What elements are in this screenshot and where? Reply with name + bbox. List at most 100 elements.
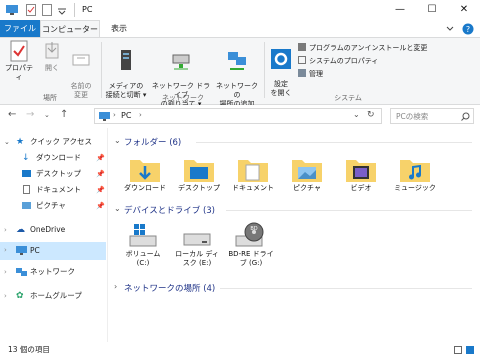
manage-button[interactable]: 管理 <box>298 68 323 80</box>
close-button[interactable]: ✕ <box>448 0 480 20</box>
cloud-icon: ☁ <box>16 225 25 235</box>
star-icon: ★ <box>16 137 25 147</box>
open-button[interactable]: 開く <box>38 40 66 73</box>
folder-pictures[interactable]: ピクチャ <box>280 154 334 193</box>
media-connect-button[interactable]: メディアの 接続と切断 ▾ <box>104 40 148 100</box>
drive-label: BD-RE ドライ <box>228 250 274 258</box>
open-icon <box>45 42 59 59</box>
folder-downloads[interactable]: ダウンロード <box>118 154 172 193</box>
rename-button[interactable]: 名前の 変更 <box>66 40 96 100</box>
devices-group-header[interactable]: ⌄ デバイスとドライブ (3) <box>114 204 474 216</box>
folder-music[interactable]: ミュージック <box>388 154 442 193</box>
pictures-icon <box>22 202 31 209</box>
maximize-button[interactable]: ☐ <box>416 0 448 20</box>
new-folder-qat-icon[interactable] <box>42 4 52 16</box>
address-dropdown-icon[interactable]: ⌄ <box>353 110 360 119</box>
drive-e[interactable]: ローカル ディ スク (E:) <box>170 222 224 268</box>
sidebar-item-homegroup[interactable]: › ✿ ホームグループ <box>0 288 106 304</box>
tab-file[interactable]: ファイル <box>0 20 40 38</box>
up-arrow-icon[interactable]: ↑ <box>60 109 68 120</box>
expand-chevron-icon[interactable]: › <box>4 288 7 304</box>
tab-view[interactable]: 表示 <box>104 20 134 38</box>
folders-group-header[interactable]: ⌄ フォルダー (6) <box>114 136 474 148</box>
help-icon[interactable]: ? <box>462 23 474 35</box>
sidebar-item-pc[interactable]: › PC <box>0 242 106 260</box>
rename-icon <box>72 54 90 66</box>
breadcrumb-pc[interactable]: PC <box>121 111 131 120</box>
expand-chevron-icon[interactable]: ⌄ <box>4 134 10 150</box>
network-drive-icon <box>172 54 190 70</box>
svg-text:?: ? <box>466 25 470 34</box>
uninstall-programs-button[interactable]: プログラムのアンインストールと変更 <box>298 42 427 54</box>
ribbon-separator <box>101 42 102 98</box>
network-locations-group-header[interactable]: › ネットワークの場所 (4) <box>114 282 474 294</box>
hard-drive-icon <box>183 233 211 246</box>
manage-label: 管理 <box>309 70 323 78</box>
sidebar-item-pictures[interactable]: ピクチャ 📌 <box>0 198 106 214</box>
documents-folder-icon <box>238 160 268 182</box>
pin-icon[interactable]: 📌 <box>96 150 105 166</box>
properties-label: プロパティ <box>5 64 33 81</box>
sidebar-item-label: デスクトップ <box>36 169 81 178</box>
drive-label: スク (E:) <box>182 259 212 267</box>
minimize-button[interactable]: — <box>384 0 416 20</box>
recent-locations-chevron-icon[interactable]: ⌄ <box>44 111 50 119</box>
system-properties-button[interactable]: システムのプロパティ <box>298 55 378 67</box>
collapse-chevron-icon: ⌄ <box>114 136 121 145</box>
drive-c[interactable]: ボリューム (C:) <box>118 222 168 268</box>
sidebar-item-label: PC <box>30 246 40 255</box>
drive-g[interactable]: BD BD-RE ドライ ブ (G:) <box>224 222 278 268</box>
network-location-icon <box>228 52 246 70</box>
pictures-folder-icon <box>292 160 322 182</box>
pin-icon[interactable]: 📌 <box>96 182 105 198</box>
location-group-label: 場所 <box>43 94 57 102</box>
document-icon <box>23 185 30 194</box>
search-box[interactable]: PCの検索 <box>390 108 474 124</box>
bd-re-drive-icon: BD <box>235 222 264 247</box>
drive-label: ローカル ディ <box>175 250 219 258</box>
desktop-icon <box>22 170 31 177</box>
forward-arrow-icon[interactable]: → <box>26 109 34 120</box>
folder-videos[interactable]: ビデオ <box>334 154 388 193</box>
address-bar[interactable]: › PC › ⌄ ↻ <box>94 108 382 124</box>
downloads-folder-icon <box>130 160 160 182</box>
ribbon: プロパティ 開く 名前の 変更 場所 メディアの 接続と切断 ▾ ネットワーク … <box>0 37 480 108</box>
folder-documents[interactable]: ドキュメント <box>226 154 280 193</box>
sidebar-item-desktop[interactable]: デスクトップ 📌 <box>0 166 106 182</box>
folder-desktop[interactable]: デスクトップ <box>172 154 226 193</box>
search-input[interactable]: PCの検索 <box>396 111 428 122</box>
sidebar-item-documents[interactable]: ドキュメント 📌 <box>0 182 106 198</box>
sidebar-item-label: ピクチャ <box>36 201 66 210</box>
large-icons-view-icon[interactable] <box>466 346 474 354</box>
properties-button[interactable]: プロパティ <box>2 40 36 82</box>
expand-chevron-icon[interactable]: › <box>4 264 7 280</box>
status-bar: 13 個の項目 <box>0 342 480 358</box>
sidebar-item-network[interactable]: › ネットワーク <box>0 264 106 280</box>
expand-chevron-icon[interactable]: › <box>4 242 7 258</box>
search-icon <box>461 112 470 121</box>
ribbon-collapse-icon[interactable] <box>446 25 454 33</box>
qat-dropdown-icon[interactable] <box>58 7 66 15</box>
pin-icon[interactable]: 📌 <box>96 198 105 214</box>
sidebar-item-downloads[interactable]: ↓ ダウンロード 📌 <box>0 150 106 166</box>
properties-qat-icon[interactable] <box>26 4 36 16</box>
pc-small-icon <box>99 112 110 121</box>
expand-chevron-icon[interactable]: › <box>4 222 7 238</box>
sidebar-item-label: ネットワーク <box>30 267 75 276</box>
pin-icon[interactable]: 📌 <box>96 166 105 182</box>
back-arrow-icon[interactable]: ← <box>8 109 16 120</box>
media-server-icon <box>121 50 131 70</box>
properties-icon <box>10 40 28 62</box>
quick-access-item[interactable]: ⌄ ★ クイック アクセス <box>0 134 106 150</box>
tab-computer[interactable]: コンピューター <box>40 20 100 38</box>
sidebar-item-onedrive[interactable]: › ☁ OneDrive <box>0 222 106 238</box>
network-locations-header-label: ネットワークの場所 (4) <box>124 284 216 294</box>
open-settings-button[interactable]: 設定 を開く <box>268 40 294 98</box>
header-divider <box>196 142 472 143</box>
drive-label: (C:) <box>136 259 150 267</box>
breadcrumb-separator: › <box>139 111 142 119</box>
header-divider <box>226 210 472 211</box>
manage-icon <box>298 69 306 77</box>
refresh-icon[interactable]: ↻ <box>367 110 375 120</box>
details-view-icon[interactable] <box>454 346 462 354</box>
